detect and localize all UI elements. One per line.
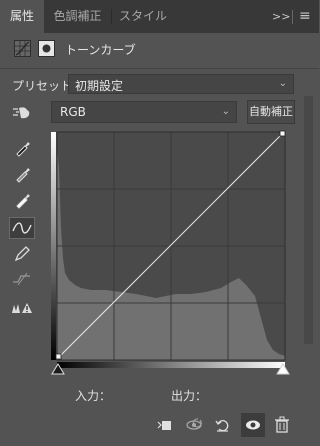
- expand-panel-icon[interactable]: >>: [272, 10, 290, 23]
- reset-icon[interactable]: [212, 414, 234, 436]
- white-point-slider[interactable]: [276, 363, 290, 378]
- black-point-eyedropper-icon[interactable]: [10, 137, 34, 157]
- chevron-down-icon: ⌄: [278, 78, 287, 89]
- curves-graph[interactable]: [51, 128, 291, 371]
- auto-button[interactable]: 自動補正: [247, 100, 295, 124]
- panel-title: トーンカーブ: [65, 43, 136, 57]
- pencil-icon[interactable]: [10, 243, 34, 263]
- input-label: 入力：: [75, 389, 112, 403]
- tab-adjustments[interactable]: 色調補正: [44, 0, 111, 33]
- curves-adjustment-icon: [14, 40, 31, 57]
- tab-properties[interactable]: 属性: [0, 0, 44, 33]
- on-image-adjust-icon[interactable]: [10, 102, 34, 122]
- channel-value: RGB: [60, 105, 86, 119]
- trash-icon[interactable]: [271, 414, 293, 436]
- layer-mask-icon[interactable]: [38, 40, 55, 57]
- scrollbar[interactable]: [304, 96, 313, 344]
- curve-edit-icon[interactable]: [9, 217, 35, 239]
- black-point-slider[interactable]: [51, 363, 65, 378]
- preset-dropdown[interactable]: 初期設定 ⌄: [68, 74, 294, 94]
- clip-to-layer-icon[interactable]: [153, 414, 175, 436]
- header-divider: [0, 68, 319, 69]
- channel-dropdown[interactable]: RGB ⌄: [51, 101, 237, 123]
- white-point-eyedropper-icon[interactable]: [10, 189, 34, 209]
- chevron-down-icon: ⌄: [221, 106, 230, 117]
- preset-value: 初期設定: [75, 79, 124, 93]
- panel-menu-icon[interactable]: ≡: [299, 8, 311, 24]
- clipping-warning-icon[interactable]: [10, 297, 34, 317]
- view-previous-state-icon[interactable]: [184, 414, 206, 436]
- output-label: 出力：: [171, 389, 208, 403]
- tab-styles[interactable]: スタイル: [112, 0, 174, 33]
- smooth-curve-icon[interactable]: [10, 268, 34, 288]
- gray-point-eyedropper-icon[interactable]: [10, 163, 34, 183]
- visibility-eye-icon[interactable]: [241, 413, 265, 437]
- tab-bar-divider: [292, 10, 293, 24]
